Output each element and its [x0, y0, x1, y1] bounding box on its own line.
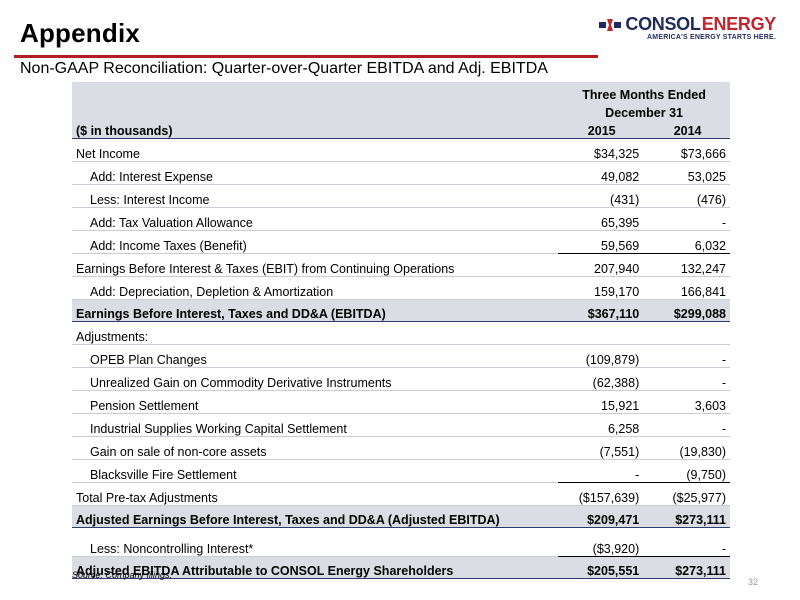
value-2015: $34,325 — [558, 138, 646, 162]
row-label: Adjusted Earnings Before Interest, Taxes… — [72, 505, 559, 528]
ebitda-total-row: Earnings Before Interest, Taxes and DD&A… — [72, 299, 730, 322]
value-2014: $273,111 — [645, 505, 730, 528]
table-row: Add: Income Taxes (Benefit) 59,569 6,032 — [72, 230, 730, 254]
table-row: Add: Interest Expense 49,082 53,025 — [72, 161, 730, 185]
table-row: Pension Settlement 15,921 3,603 — [72, 390, 730, 414]
row-label: Less: Interest Income — [72, 184, 559, 208]
table-row: Net Income $34,325 $73,666 — [72, 138, 730, 162]
row-label: Net Income — [72, 138, 559, 162]
source-note: Source: Company filings. — [72, 570, 173, 580]
row-label: Add: Tax Valuation Allowance — [72, 207, 559, 231]
period-header-line1: Three Months Ended — [558, 82, 730, 102]
value-2014: - — [645, 344, 730, 368]
value-2015: 207,940 — [558, 253, 646, 277]
value-2015: (7,551) — [558, 436, 646, 460]
logo-name: CONSOL ENERGY — [625, 14, 776, 34]
reconciliation-table: Three Months Ended December 31 ($ in tho… — [72, 82, 730, 579]
value-2015: (431) — [558, 184, 646, 208]
value-2015: $367,110 — [558, 299, 646, 322]
value-2015: 59,569 — [558, 230, 646, 254]
company-logo: CONSOL ENERGY AMERICA'S ENERGY STARTS HE… — [599, 14, 776, 41]
value-2014: 53,025 — [645, 161, 730, 185]
table-row: Add: Depreciation, Depletion & Amortizat… — [72, 276, 730, 300]
row-label: Add: Depreciation, Depletion & Amortizat… — [72, 276, 559, 300]
table-row: Total Pre-tax Adjustments ($157,639) ($2… — [72, 482, 730, 506]
adjusted-ebitda-row: Adjusted Earnings Before Interest, Taxes… — [72, 505, 730, 528]
row-label: Gain on sale of non-core assets — [72, 436, 559, 460]
value-2014: - — [645, 534, 730, 557]
value-2015: 65,395 — [558, 207, 646, 231]
row-label: Earnings Before Interest & Taxes (EBIT) … — [72, 253, 559, 277]
column-header-2015: 2015 — [558, 120, 646, 139]
value-2014: ($25,977) — [645, 482, 730, 506]
table-row: Less: Noncontrolling Interest* ($3,920) … — [72, 534, 730, 557]
title-divider — [14, 55, 598, 58]
value-2014: 166,841 — [645, 276, 730, 300]
row-label: Adjustments: — [72, 321, 559, 345]
table-row: Blacksville Fire Settlement - (9,750) — [72, 459, 730, 483]
table-row: Add: Tax Valuation Allowance 65,395 - — [72, 207, 730, 231]
period-header-line2: December 31 — [558, 102, 730, 120]
value-2014: 6,032 — [645, 230, 730, 254]
value-2015: 159,170 — [558, 276, 646, 300]
value-2015: (109,879) — [558, 344, 646, 368]
value-2015 — [558, 321, 646, 345]
units-label: ($ in thousands) — [72, 120, 559, 139]
logo-tagline: AMERICA'S ENERGY STARTS HERE. — [647, 34, 776, 41]
value-2014: (9,750) — [645, 459, 730, 483]
row-label: Blacksville Fire Settlement — [72, 459, 559, 483]
value-2015: 15,921 — [558, 390, 646, 414]
value-2015: 6,258 — [558, 413, 646, 437]
page-number: 32 — [747, 577, 758, 587]
value-2015: ($157,639) — [558, 482, 646, 506]
table-row: Less: Interest Income (431) (476) — [72, 184, 730, 208]
column-header-2014: 2014 — [645, 120, 730, 139]
table-row: Industrial Supplies Working Capital Sett… — [72, 413, 730, 437]
value-2014: 3,603 — [645, 390, 730, 414]
table-row: OPEB Plan Changes (109,879) - — [72, 344, 730, 368]
value-2014: - — [645, 207, 730, 231]
page-subtitle: Non-GAAP Reconciliation: Quarter-over-Qu… — [20, 60, 548, 77]
row-label: Earnings Before Interest, Taxes and DD&A… — [72, 299, 559, 322]
page-title: Appendix — [20, 18, 141, 48]
row-label: Total Pre-tax Adjustments — [72, 482, 559, 506]
value-2015: (62,388) — [558, 367, 646, 391]
value-2014: $73,666 — [645, 138, 730, 162]
row-label: Pension Settlement — [72, 390, 559, 414]
table-row: Earnings Before Interest & Taxes (EBIT) … — [72, 253, 730, 277]
value-2014: 132,247 — [645, 253, 730, 277]
table-row: Gain on sale of non-core assets (7,551) … — [72, 436, 730, 460]
row-label: Add: Income Taxes (Benefit) — [72, 230, 559, 254]
value-2015: 49,082 — [558, 161, 646, 185]
value-2014: - — [645, 413, 730, 437]
value-2014: (476) — [645, 184, 730, 208]
row-label: Unrealized Gain on Commodity Derivative … — [72, 367, 559, 391]
table-row: Unrealized Gain on Commodity Derivative … — [72, 367, 730, 391]
row-label: OPEB Plan Changes — [72, 344, 559, 368]
row-label: Industrial Supplies Working Capital Sett… — [72, 413, 559, 437]
value-2014: - — [645, 367, 730, 391]
table-row: Adjustments: — [72, 321, 730, 345]
consol-logo-icon — [599, 18, 622, 31]
value-2015: $205,551 — [558, 556, 646, 579]
value-2014 — [645, 321, 730, 345]
value-2014: $299,088 — [645, 299, 730, 322]
value-2015: ($3,920) — [558, 534, 646, 557]
value-2015: $209,471 — [558, 505, 646, 528]
value-2014: $273,111 — [645, 556, 730, 579]
value-2015: - — [558, 459, 646, 483]
value-2014: (19,830) — [645, 436, 730, 460]
row-label: Less: Noncontrolling Interest* — [72, 534, 559, 557]
row-label: Add: Interest Expense — [72, 161, 559, 185]
